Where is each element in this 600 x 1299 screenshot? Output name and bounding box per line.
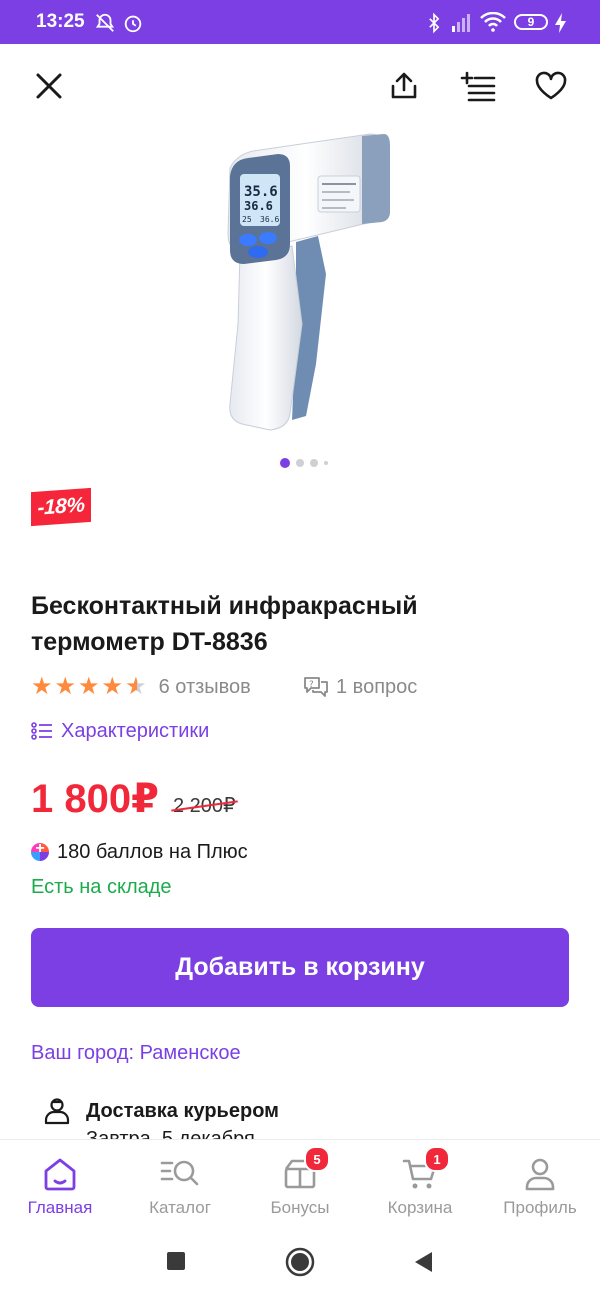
characteristics-label: Характеристики <box>61 719 210 742</box>
lcd-mid-value: 36.6 <box>244 199 273 213</box>
system-navigation-bar <box>0 1228 600 1299</box>
carousel-dot[interactable] <box>310 459 318 467</box>
add-to-list-icon <box>460 71 496 102</box>
bluetooth-icon <box>429 12 440 34</box>
reviews-link[interactable]: 6 отзывов <box>159 676 251 699</box>
star-icon: ★ <box>54 673 77 700</box>
nav-bonuses[interactable]: 5 Бонусы <box>240 1140 360 1228</box>
plus-points-label: 180 баллов на Плюс <box>57 840 248 863</box>
star-icon: ★ <box>78 673 100 700</box>
favorite-button[interactable] <box>531 66 571 106</box>
home-icon <box>44 1158 76 1191</box>
add-to-list-button[interactable] <box>458 66 498 106</box>
wifi-icon <box>480 12 506 32</box>
back-system-button[interactable] <box>412 1250 434 1274</box>
share-icon <box>391 72 417 99</box>
signal-icon <box>452 14 470 32</box>
star-icon: ★ <box>101 673 124 700</box>
carousel-dot[interactable] <box>296 459 304 467</box>
questions-chat-icon: ? <box>304 677 328 697</box>
list-icon <box>31 722 52 740</box>
nav-home-label: Главная <box>27 1198 93 1217</box>
current-price: 1 800₽ <box>31 777 159 821</box>
nav-cart-label: Корзина <box>387 1198 453 1217</box>
old-price: 2 200₽ <box>172 795 236 817</box>
courier-icon <box>44 1098 70 1125</box>
share-button[interactable] <box>384 66 424 106</box>
delivery-method-label: Доставка курьером <box>86 1099 279 1122</box>
half-star-icon: ★ <box>125 673 147 700</box>
close-button[interactable] <box>29 66 69 106</box>
close-icon <box>36 73 62 99</box>
image-carousel-dots <box>280 458 328 468</box>
catalog-icon <box>160 1160 199 1186</box>
star-icon: ★ <box>31 673 53 700</box>
nav-home[interactable]: Главная <box>0 1140 120 1228</box>
questions-link[interactable]: ? 1 вопрос <box>302 672 417 702</box>
heart-icon <box>535 71 567 100</box>
nav-catalog-label: Каталог <box>149 1198 211 1217</box>
rating-stars: ★ ★ ★ ★ ★ <box>31 675 147 699</box>
nav-bonuses-label: Бонусы <box>270 1198 330 1217</box>
charging-icon <box>555 13 566 33</box>
lcd-top-value: 35.6 <box>244 184 278 200</box>
status-bar: 13:25 9 <box>0 0 600 44</box>
nav-catalog[interactable]: Каталог <box>120 1140 240 1228</box>
plus-points-row[interactable]: 180 баллов на Плюс <box>31 838 248 866</box>
cart-badge: 1 <box>424 1146 450 1172</box>
bonuses-badge: 5 <box>304 1146 330 1172</box>
stock-status: Есть на складе <box>31 876 172 898</box>
city-selector[interactable]: Ваш город: Раменское <box>31 1042 241 1065</box>
nav-profile[interactable]: Профиль <box>480 1140 600 1228</box>
rating-row[interactable]: ★ ★ ★ ★ ★ 6 отзывов <box>31 672 251 702</box>
nav-profile-label: Профиль <box>503 1198 577 1217</box>
home-system-button[interactable] <box>284 1246 316 1278</box>
status-time: 13:25 <box>36 11 85 32</box>
questions-count: 1 вопрос <box>336 675 418 698</box>
product-title: Бесконтактный инфракрасный термометр DT-… <box>31 592 418 656</box>
delivery-method[interactable]: Доставка курьером <box>44 1094 279 1128</box>
profile-icon <box>525 1158 555 1191</box>
product-image[interactable]: 35.6 36.6 25 36.6 <box>200 124 400 444</box>
price-row: 1 800₽ 2 200₽ <box>31 776 236 826</box>
carousel-dot[interactable] <box>280 458 290 468</box>
plus-icon <box>31 840 49 861</box>
nav-cart[interactable]: 1 Корзина <box>360 1140 480 1228</box>
battery-indicator: 9 <box>514 14 548 30</box>
alarm-icon <box>124 15 142 33</box>
bell-off-icon <box>95 13 115 32</box>
recent-apps-button[interactable] <box>165 1250 187 1272</box>
add-to-cart-button[interactable]: Добавить в корзину <box>31 928 569 1007</box>
svg-text:?: ? <box>309 680 314 690</box>
lcd-bottom-right: 36.6 <box>260 215 279 224</box>
product-toolbar <box>0 44 600 128</box>
discount-badge: -18% <box>31 487 91 527</box>
bottom-navigation: Главная Каталог 5 Бонусы 1 Корзина Профи… <box>0 1139 600 1228</box>
carousel-dot[interactable] <box>324 461 328 465</box>
lcd-bottom-left: 25 <box>242 215 252 224</box>
characteristics-link[interactable]: Характеристики <box>31 716 209 746</box>
